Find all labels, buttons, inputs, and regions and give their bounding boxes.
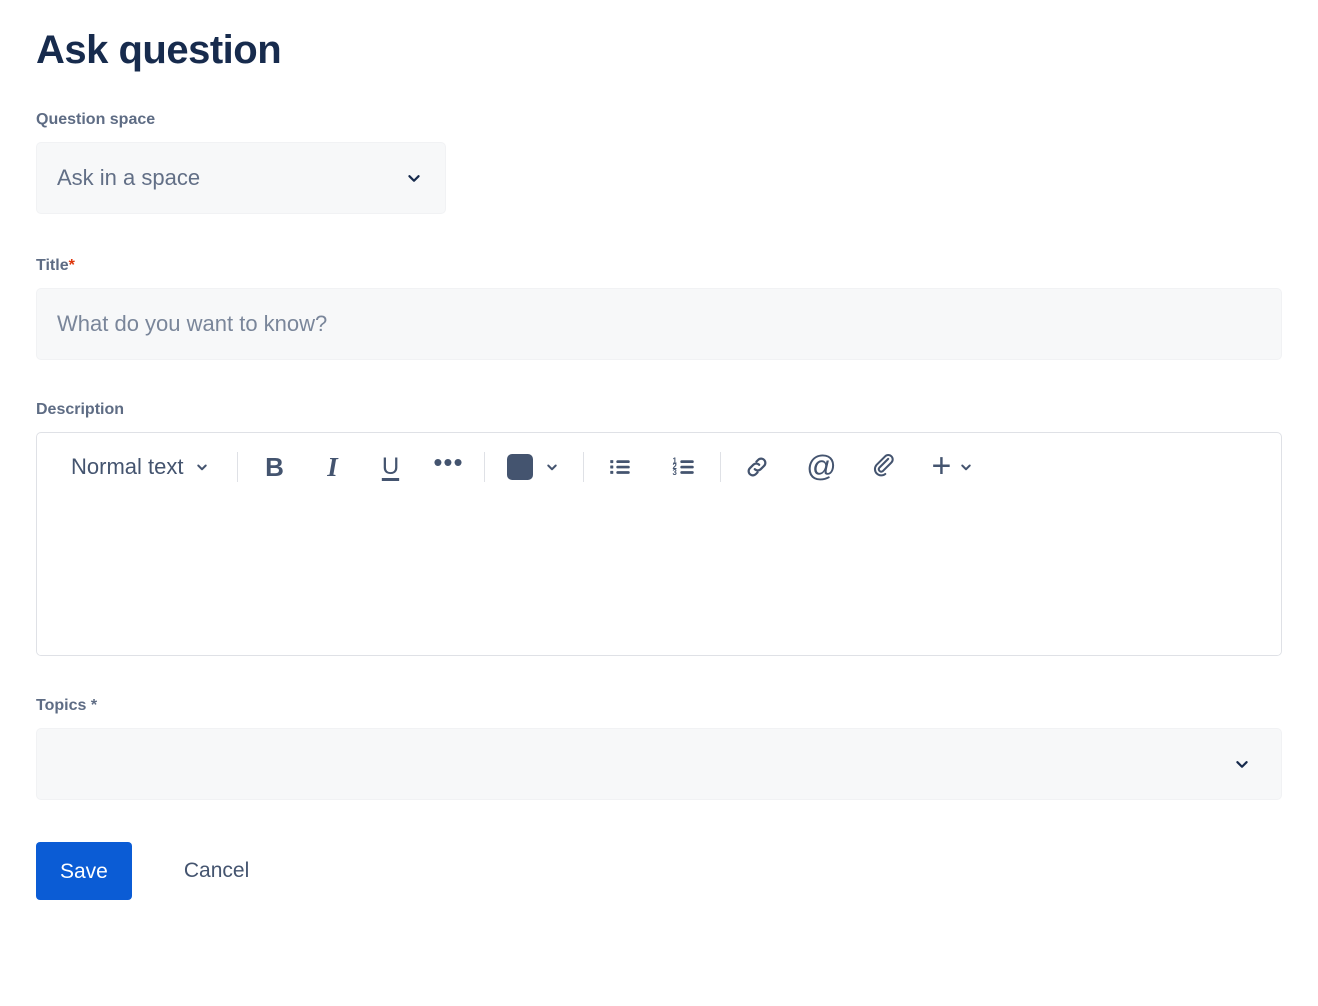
numbered-list-button[interactable]: 1 2 3	[662, 447, 706, 487]
question-space-label: Question space	[36, 110, 1282, 130]
topics-label: Topics *	[36, 696, 1282, 716]
chevron-down-icon	[403, 167, 425, 189]
save-button[interactable]: Save	[36, 842, 132, 900]
description-editor: Normal text B I U	[36, 432, 1282, 656]
question-space-selected-value: Ask in a space	[57, 165, 200, 191]
toolbar-divider	[583, 452, 584, 482]
mention-button[interactable]: @	[799, 447, 843, 487]
bold-button[interactable]: B	[252, 447, 296, 487]
editor-toolbar: Normal text B I U	[37, 433, 1281, 501]
paperclip-icon	[871, 453, 899, 481]
toolbar-divider	[237, 452, 238, 482]
svg-text:3: 3	[673, 468, 678, 477]
bullet-list-icon	[607, 454, 633, 480]
link-icon	[743, 453, 771, 481]
italic-button[interactable]: I	[310, 447, 354, 487]
description-editor-body[interactable]	[37, 501, 1281, 655]
page-title: Ask question	[36, 0, 1282, 74]
toolbar-divider	[484, 452, 485, 482]
chevron-down-icon	[1231, 753, 1253, 775]
topics-label-text: Topics	[36, 697, 86, 714]
title-input[interactable]	[36, 288, 1282, 360]
bold-icon: B	[265, 454, 284, 480]
chevron-down-icon	[957, 458, 975, 476]
question-space-field-group: Question space Ask in a space	[36, 110, 1282, 214]
text-color-button[interactable]	[499, 447, 569, 487]
title-label-text: Title	[36, 257, 69, 274]
link-button[interactable]	[735, 447, 779, 487]
chevron-down-icon	[543, 458, 561, 476]
question-space-select[interactable]: Ask in a space	[36, 142, 446, 214]
bullet-list-button[interactable]	[598, 447, 642, 487]
italic-icon: I	[327, 454, 338, 481]
title-required-marker: *	[69, 257, 75, 274]
numbered-list-icon: 1 2 3	[671, 454, 697, 480]
insert-button[interactable]: +	[927, 447, 979, 487]
ask-question-page: Ask question Question space Ask in a spa…	[0, 0, 1318, 1006]
more-formatting-button[interactable]: •••	[426, 447, 470, 487]
cancel-button[interactable]: Cancel	[166, 842, 267, 900]
form-actions: Save Cancel	[36, 842, 1282, 900]
title-field-group: Title*	[36, 256, 1282, 360]
plus-icon: +	[931, 449, 951, 483]
description-label: Description	[36, 400, 1282, 420]
toolbar-divider	[720, 452, 721, 482]
topics-select[interactable]	[36, 728, 1282, 800]
text-style-dropdown[interactable]: Normal text	[53, 447, 223, 487]
text-color-swatch-icon	[507, 454, 533, 480]
underline-icon: U	[382, 455, 399, 479]
chevron-down-icon	[193, 458, 211, 476]
description-field-group: Description Normal text B I	[36, 400, 1282, 656]
text-style-label: Normal text	[71, 454, 183, 480]
attachment-button[interactable]	[863, 447, 907, 487]
mention-icon: @	[806, 452, 836, 482]
title-label: Title*	[36, 256, 1282, 276]
underline-button[interactable]: U	[368, 447, 412, 487]
more-formatting-icon: •••	[433, 449, 463, 475]
topics-required-marker: *	[91, 697, 97, 714]
topics-field-group: Topics *	[36, 696, 1282, 800]
